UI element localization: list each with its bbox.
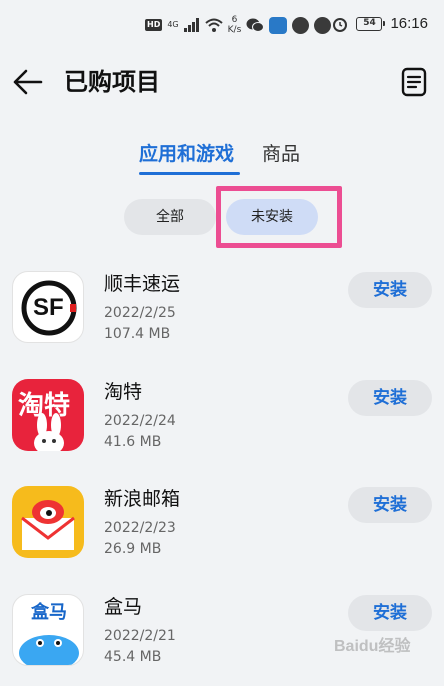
filter-all-chip[interactable]: 全部 [124, 199, 216, 235]
speed-unit: K/s [227, 25, 242, 35]
browser-icon [292, 16, 310, 34]
baidu-watermark: Baidu经验 [334, 638, 411, 655]
sina-mail-logo-icon [21, 500, 75, 550]
back-button[interactable] [8, 60, 48, 104]
hema-app-icon: 盒马 [12, 594, 84, 666]
install-button[interactable]: 安装 [348, 595, 432, 631]
active-tab-indicator [139, 172, 240, 175]
app-name: 盒马 [104, 596, 143, 618]
app-size: 26.9 MB [104, 541, 162, 557]
list-item[interactable]: 新浪邮箱 2022/2/23 26.9 MB 安装 [0, 481, 444, 581]
app-size: 45.4 MB [104, 649, 162, 665]
list-item[interactable]: SF 顺丰速运 2022/2/25 107.4 MB 安装 [0, 266, 444, 366]
app-name: 淘特 [104, 381, 143, 403]
purchase-date: 2022/2/24 [104, 413, 176, 429]
message-icon [314, 16, 332, 34]
order-list-button[interactable] [398, 62, 430, 102]
taote-app-icon: 淘特 [12, 379, 84, 451]
network-type: 4G [167, 20, 179, 29]
status-right: 54 16:16 [332, 15, 428, 32]
rabbit-icon [34, 413, 64, 451]
category-tabs: 应用和游戏 商品 [0, 140, 444, 180]
network-speed: 6 K/s [228, 15, 242, 35]
list-item[interactable]: 淘特 淘特 2022/2/24 41.6 MB 安装 [0, 374, 444, 474]
battery-icon: 54 [356, 16, 386, 31]
hippo-icon [19, 635, 79, 665]
signal-icon [183, 18, 199, 32]
page-title: 已购项目 [64, 68, 160, 96]
speed-value: 6 [231, 15, 238, 25]
hd-badge: HD [145, 19, 163, 31]
app-name: 新浪邮箱 [104, 488, 181, 510]
purchase-date: 2022/2/23 [104, 520, 176, 536]
sf-logo-text: SF [33, 294, 64, 321]
app-size: 107.4 MB [104, 326, 171, 342]
filter-uninstalled-chip[interactable]: 未安装 [226, 199, 318, 235]
tab-apps-games[interactable]: 应用和游戏 [139, 140, 234, 168]
install-button[interactable]: 安装 [348, 380, 432, 416]
tab-products[interactable]: 商品 [262, 140, 300, 168]
status-bar: HD 4G 6 K/s 54 16:16 [0, 0, 444, 52]
back-arrow-icon [13, 69, 43, 95]
app-name: 顺丰速运 [104, 273, 181, 295]
alarm-icon [333, 17, 348, 32]
clock: 16:16 [390, 15, 428, 32]
document-icon [401, 67, 427, 97]
purchase-date: 2022/2/25 [104, 305, 176, 321]
wechat-icon [246, 18, 265, 32]
sf-express-app-icon: SF [12, 271, 84, 343]
sina-mail-app-icon [12, 486, 84, 558]
app-notification-icon [269, 16, 288, 34]
purchase-date: 2022/2/21 [104, 628, 176, 644]
status-left: HD 4G 6 K/s [145, 15, 332, 35]
wifi-icon [204, 18, 223, 32]
install-button[interactable]: 安装 [348, 487, 432, 523]
install-button[interactable]: 安装 [348, 272, 432, 308]
app-size: 41.6 MB [104, 434, 162, 450]
